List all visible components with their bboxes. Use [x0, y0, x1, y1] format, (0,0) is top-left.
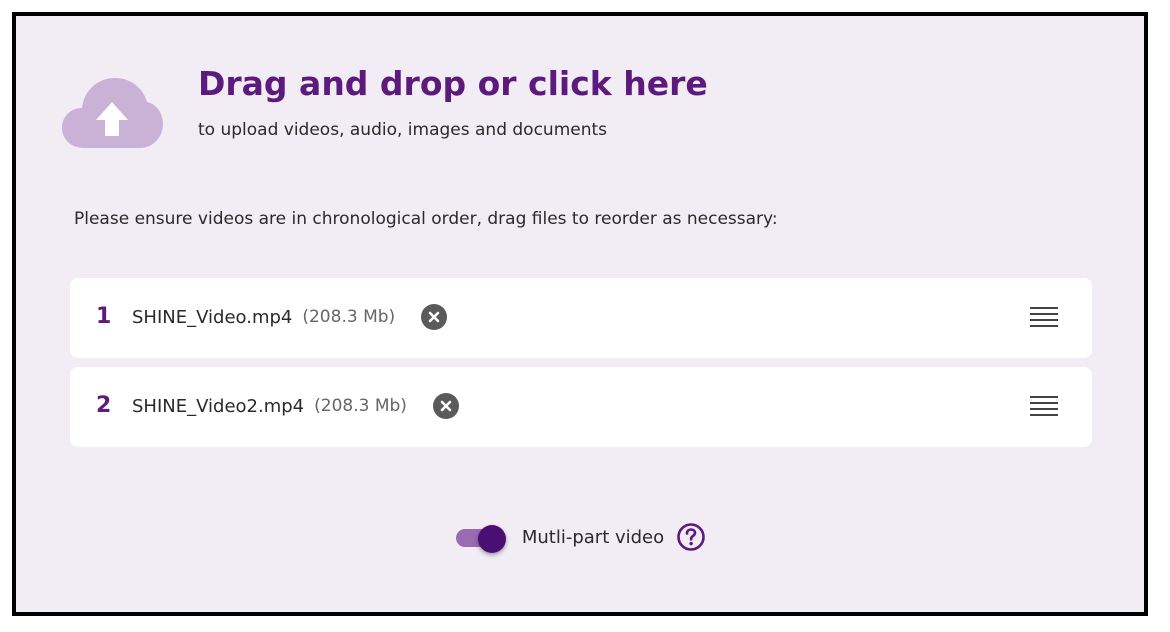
drag-handle-icon[interactable] [1030, 306, 1058, 328]
file-size: (208.3 Mb) [302, 307, 396, 327]
file-index: 1 [96, 304, 112, 329]
file-dropzone[interactable]: Drag and drop or click here to upload vi… [16, 16, 1144, 216]
file-name: SHINE_Video.mp4 [132, 306, 293, 328]
toggle-thumb [477, 525, 506, 553]
multipart-label: Mutli-part video [521, 526, 665, 548]
question-circle-icon[interactable] [676, 522, 706, 552]
upload-panel: Drag and drop or click here to upload vi… [12, 12, 1148, 616]
file-row[interactable]: 1 SHINE_Video.mp4 (208.3 Mb) [70, 278, 1092, 358]
drag-handle-icon[interactable] [1030, 395, 1058, 417]
close-icon [428, 311, 440, 323]
cloud-upload-icon [62, 78, 163, 148]
remove-file-button[interactable] [432, 393, 459, 419]
file-name: SHINE_Video2.mp4 [132, 395, 305, 417]
reorder-instructions: Please ensure videos are in chronologica… [74, 209, 778, 229]
file-info: SHINE_Video.mp4 (208.3 Mb) [132, 304, 448, 330]
remove-file-button[interactable] [421, 304, 448, 330]
file-row[interactable]: 2 SHINE_Video2.mp4 (208.3 Mb) [70, 367, 1092, 447]
dropzone-subtitle: to upload videos, audio, images and docu… [198, 120, 608, 140]
multipart-toggle-group: Mutli-part video [16, 522, 1144, 553]
file-size: (208.3 Mb) [314, 396, 407, 416]
dropzone-title: Drag and drop or click here [198, 64, 708, 103]
multipart-toggle[interactable] [454, 525, 506, 553]
file-index: 2 [96, 393, 112, 418]
file-info: SHINE_Video2.mp4 (208.3 Mb) [132, 393, 459, 419]
close-icon [440, 400, 452, 412]
